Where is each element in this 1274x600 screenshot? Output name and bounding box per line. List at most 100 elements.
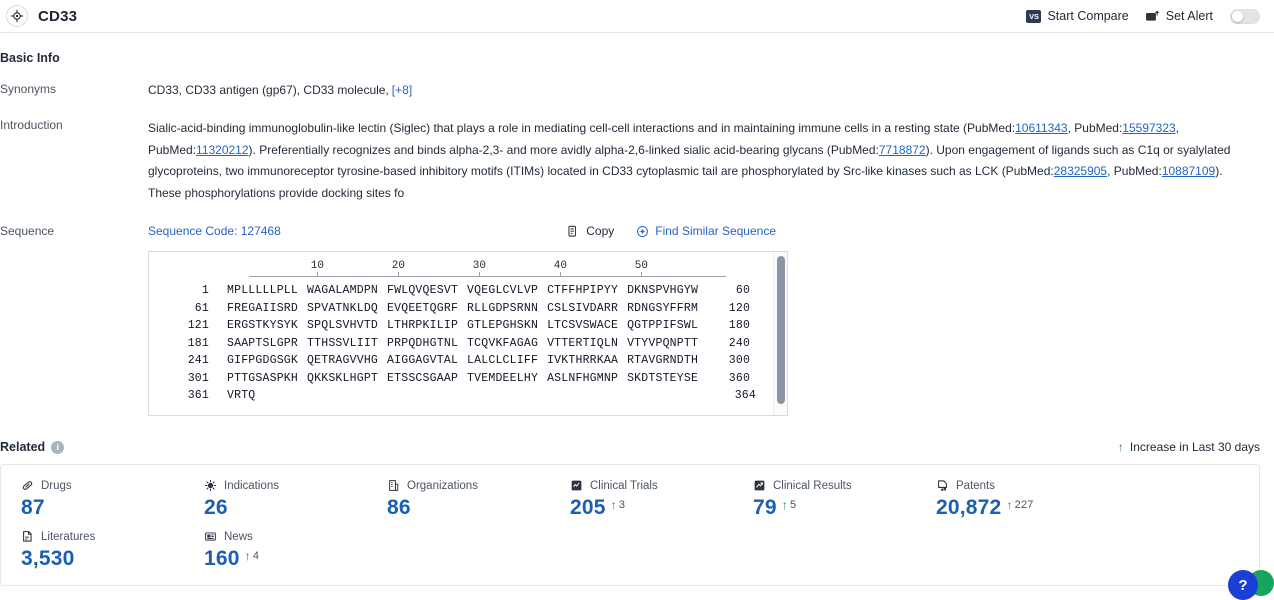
set-alert-label: Set Alert — [1165, 9, 1213, 23]
related-card-header: Clinical Results — [753, 479, 916, 492]
sequence-chunk: TCQVKFAGAG — [467, 336, 539, 350]
related-card-organizations[interactable]: Organizations 86 — [367, 479, 550, 520]
sequence-line: 61 FREGAIISRD SPVATNKLDQ EVQEETQGRF RLLGDPSR… — [149, 300, 787, 318]
sequence-chunk: MPLLLLLPLL — [227, 284, 299, 297]
sequence-residues: ERGSTKYSYK SPQLSVHVTD LTHRPKILIP GTLEPGHSKN… — [227, 317, 698, 335]
sequence-viewer[interactable]: 10 20 30 40 50 1 MPLLLLLPLL WAGALAMDPN FWLQVQES… — [148, 251, 788, 416]
related-card-delta: ↑ 227 — [1006, 499, 1033, 511]
related-card-literatures[interactable]: Literatures 3,530 — [1, 530, 184, 571]
sequence-scrollbar[interactable] — [773, 252, 787, 415]
related-card-header: Clinical Trials — [570, 479, 733, 492]
up-arrow-icon: ↑ — [1006, 498, 1013, 512]
set-alert-button[interactable]: Set Alert — [1145, 9, 1213, 23]
ruler-label: 10 — [310, 260, 324, 272]
sequence-start-index: 61 — [194, 301, 209, 315]
pubmed-link-15597323[interactable]: 15597323 — [1122, 121, 1175, 135]
sequence-start-index: 121 — [187, 319, 209, 332]
up-arrow-icon: ↑ — [610, 498, 617, 512]
related-card-delta-value: 5 — [789, 499, 797, 511]
sequence-scroll-thumb[interactable] — [777, 256, 785, 404]
set-alert-toggle[interactable] — [1230, 8, 1260, 24]
pubmed-link-7718872[interactable]: 7718872 — [879, 143, 926, 157]
sequence-label: Sequence — [0, 224, 55, 238]
sequence-chunk: ERGSTKYSYK — [227, 319, 299, 332]
top-bar: CD33 VS Start Compare Set Alert — [0, 0, 1274, 33]
related-card-news[interactable]: News 160 ↑ 4 — [184, 530, 367, 571]
sequence-chunk: VQEGLCVLVP — [467, 284, 539, 297]
related-card-label: News — [224, 530, 253, 543]
start-compare-button[interactable]: VS Start Compare — [1026, 9, 1129, 23]
sequence-code-link[interactable]: Sequence Code: 127468 — [148, 224, 281, 238]
sequence-header: Sequence Code: 127468 Copy Find Similar … — [148, 224, 1260, 238]
sequence-residues: PTTGSASPKH QKKSKLHGPT ETSSCSGAAP TVEMDEELHY… — [227, 370, 698, 388]
target-search-icon — [636, 225, 649, 238]
sequence-start-index: 1 — [201, 284, 209, 297]
find-similar-sequence-button[interactable]: Find Similar Sequence — [636, 224, 776, 238]
related-card-value-wrap: 87 — [21, 496, 184, 520]
related-card-label: Clinical Results — [773, 479, 852, 492]
sequence-line: 181 SAAPTSLGPR TTHSSVLIIT PRPQDHGTNL TCQVKFA… — [149, 335, 787, 353]
related-card-value: 87 — [21, 496, 45, 519]
patent-icon — [936, 479, 949, 492]
sequence-chunk: TTHSSVLIIT — [307, 336, 379, 350]
pubmed-link-10887109[interactable]: 10887109 — [1162, 164, 1215, 178]
sequence-end-index: 300 — [728, 354, 751, 367]
related-card-indications[interactable]: Indications 26 — [184, 479, 367, 520]
pubmed-link-11320212[interactable]: 11320212 — [196, 143, 249, 157]
intro-part-1: Sialic-acid-binding immunoglobulin-like … — [148, 121, 1016, 135]
pubmed-link-10611343[interactable]: 10611343 — [1015, 121, 1068, 135]
sequence-end-index: 364 — [734, 389, 756, 402]
sequence-chunk: ASLNFHGMNP — [547, 371, 619, 385]
sequence-tools: Copy Find Similar Sequence — [567, 224, 1260, 238]
related-legend-label: Increase in Last 30 days — [1129, 440, 1260, 454]
main-content: Basic Info Synonyms CD33, CD33 antigen (… — [0, 51, 1274, 600]
ruler-tick — [641, 272, 643, 277]
sequence-end-index: 180 — [728, 319, 751, 332]
related-card-clinical-trials[interactable]: Clinical Trials 205 ↑ 3 — [550, 479, 733, 520]
intro-sep-3: , PubMed: — [1107, 164, 1162, 178]
sequence-chunk: EVQEETQGRF — [387, 301, 459, 315]
copy-icon — [567, 225, 580, 238]
ruler-label: 20 — [391, 260, 405, 272]
related-card-clinical-results[interactable]: Clinical Results 79 ↑ 5 — [733, 479, 916, 520]
sequence-line: 361 VRTQ 364 — [149, 387, 787, 405]
up-arrow-icon: ↑ — [1117, 440, 1124, 454]
help-button[interactable]: ? — [1228, 570, 1258, 600]
synonyms-label: Synonyms — [0, 82, 57, 96]
related-header: Related i ↑ Increase in Last 30 days — [0, 440, 1260, 454]
related-card-value: 20,872 — [936, 496, 1002, 519]
related-card-drugs[interactable]: Drugs 87 — [1, 479, 184, 520]
related-cards: Drugs 87 Indications 26 Organizations 86 Clini… — [0, 464, 1260, 586]
related-card-label: Drugs — [41, 479, 72, 492]
related-card-patents[interactable]: Patents 20,872 ↑ 227 — [916, 479, 1099, 520]
sequence-residues: MPLLLLLPLL WAGALAMDPN FWLQVQESVT VQEGLCVLVP… — [227, 282, 698, 300]
related-card-header: Organizations — [387, 479, 550, 492]
introduction-label: Introduction — [0, 118, 63, 132]
sequence-row: Sequence Sequence Code: 127468 Copy Find… — [0, 224, 1260, 416]
sequence-chunk: SKDTSTEYSE — [627, 371, 699, 385]
related-card-value-wrap: 86 — [387, 496, 550, 520]
sequence-chunk: PRPQDHGTNL — [387, 336, 459, 350]
copy-button[interactable]: Copy — [567, 224, 614, 238]
pubmed-link-28325905[interactable]: 28325905 — [1054, 164, 1107, 178]
basic-info-heading: Basic Info — [0, 51, 60, 65]
sequence-chunk: FWLQVQESVT — [387, 284, 459, 297]
related-card-header: Drugs — [21, 479, 184, 492]
info-icon[interactable]: i — [51, 440, 65, 454]
synonyms-more-link[interactable]: [+8] — [392, 83, 412, 97]
ruler-baseline — [249, 276, 726, 277]
related-card-value: 26 — [204, 496, 228, 519]
find-similar-sequence-label: Find Similar Sequence — [655, 224, 776, 238]
related-card-header: Indications — [204, 479, 367, 492]
page-title: CD33 — [38, 7, 78, 25]
sequence-ruler: 10 20 30 40 50 — [249, 260, 729, 282]
related-card-value: 160 — [204, 547, 240, 570]
related-card-delta-value: 3 — [618, 499, 626, 511]
sequence-chunk: CSLSIVDARR — [547, 301, 619, 315]
start-compare-label: Start Compare — [1047, 9, 1129, 23]
clinical-trial-icon — [570, 479, 583, 492]
sequence-chunk: LTHRPKILIP — [387, 319, 459, 332]
sequence-chunk: WAGALAMDPN — [307, 284, 379, 297]
sequence-chunk: VRTQ — [227, 389, 256, 402]
sequence-chunk: VTTERTIQLN — [547, 336, 619, 350]
